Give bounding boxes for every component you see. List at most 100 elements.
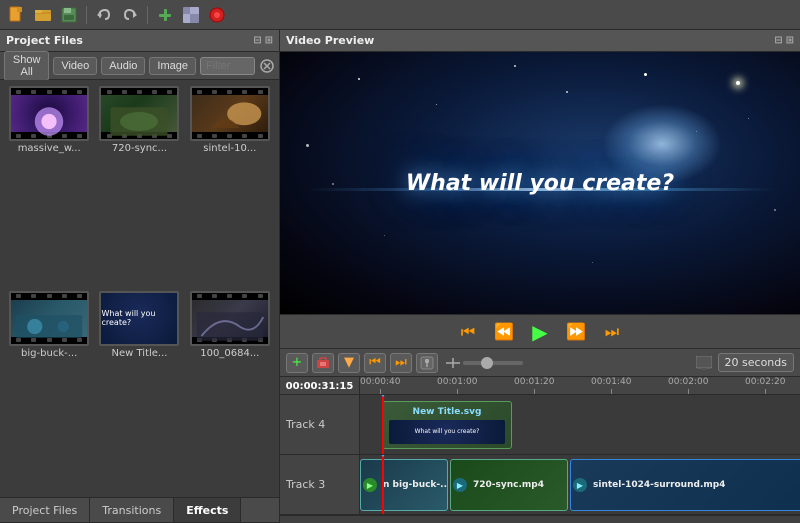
thumb-720sync-label: 720-sync... bbox=[99, 143, 179, 154]
filter-down-button[interactable]: ▼ bbox=[338, 353, 360, 373]
sep1 bbox=[86, 6, 87, 24]
add-icon[interactable] bbox=[154, 4, 176, 26]
project-files-header: Project Files ⊟ ⊞ bbox=[0, 30, 279, 52]
thumb-720sync[interactable]: 720-sync... bbox=[96, 86, 182, 287]
play-button[interactable]: ▶ bbox=[528, 320, 552, 344]
go-end-button[interactable]: ⏭ bbox=[600, 320, 624, 344]
timeline-scrollbar[interactable] bbox=[280, 515, 800, 523]
rewind-button[interactable]: ⏪ bbox=[492, 320, 516, 344]
ruler-mark-1: 00:01:00 bbox=[437, 377, 477, 394]
save-icon[interactable] bbox=[58, 4, 80, 26]
project-files-title: Project Files bbox=[6, 34, 83, 47]
go-start-button[interactable]: ⏮ bbox=[456, 320, 480, 344]
ruler-mark-4: 00:02:00 bbox=[668, 377, 708, 394]
track-3-row: Track 3 ▶ n big-buck-... ▶ bbox=[280, 455, 800, 515]
minimize-icon[interactable]: ⊟ bbox=[253, 35, 261, 46]
header-icons: ⊟ ⊞ bbox=[253, 35, 273, 46]
maximize-icon[interactable]: ⊞ bbox=[265, 35, 273, 46]
seconds-badge: 20 seconds bbox=[718, 353, 794, 372]
sintel-clip-icon: ▶ bbox=[573, 478, 587, 492]
thumb-massive-label: massive_w... bbox=[9, 143, 89, 154]
thumb-100[interactable]: 100_0684... bbox=[187, 291, 273, 492]
track-3-label: Track 3 bbox=[280, 455, 360, 514]
left-panel: Project Files ⊟ ⊞ Show All Video Audio I… bbox=[0, 30, 280, 523]
go-start-tl-button[interactable]: ⏮ bbox=[364, 353, 386, 373]
thumb-massive[interactable]: massive_w... bbox=[6, 86, 92, 287]
zoom-thumb[interactable] bbox=[481, 357, 493, 369]
playhead bbox=[382, 395, 384, 454]
ruler-marks: 00:00:40 00:01:00 00:01:20 00:01:40 bbox=[360, 377, 800, 394]
720sync-clip[interactable]: ▶ 720-sync.mp4 bbox=[450, 459, 568, 511]
sintel-clip[interactable]: ▶ sintel-1024-surround.mp4 bbox=[570, 459, 800, 511]
video-filter-button[interactable]: Video bbox=[53, 57, 97, 75]
720sync-clip-label: 720-sync.mp4 bbox=[469, 478, 548, 492]
thumb-newtitle[interactable]: What will you create? New Title... bbox=[96, 291, 182, 492]
playhead-track3 bbox=[382, 455, 384, 514]
preview-controls: ⏮ ⏪ ▶ ⏩ ⏭ bbox=[280, 314, 800, 348]
thumb-newtitle-label: New Title... bbox=[99, 348, 179, 359]
track-4-label: Track 4 bbox=[280, 395, 360, 454]
remove-track-button[interactable] bbox=[312, 353, 334, 373]
tab-project-files[interactable]: Project Files bbox=[0, 498, 90, 522]
thumbnails-grid: massive_w... 720-sync... bbox=[0, 80, 279, 497]
show-all-button[interactable]: Show All bbox=[4, 51, 49, 81]
ruler-mark-2: 00:01:20 bbox=[514, 377, 554, 394]
thumb-bigbuck[interactable]: big-buck-... bbox=[6, 291, 92, 492]
preview-header-icons: ⊟ ⊞ bbox=[774, 35, 794, 46]
timeline-toolbar: + ▼ ⏮ ⏭ bbox=[280, 349, 800, 377]
add-marker-button[interactable] bbox=[416, 353, 438, 373]
go-end-tl-button[interactable]: ⏭ bbox=[390, 353, 412, 373]
ruler-mark-0: 00:00:40 bbox=[360, 377, 400, 394]
add-track-button[interactable]: + bbox=[286, 353, 308, 373]
track-3-content: ▶ n big-buck-... ▶ 720-sync.mp4 ▶ sintel… bbox=[360, 455, 800, 514]
left-panel-tabs: Project Files Transitions Effects bbox=[0, 497, 279, 523]
undo-icon[interactable] bbox=[93, 4, 115, 26]
export-icon[interactable] bbox=[180, 4, 202, 26]
title-clip-label: New Title.svg bbox=[413, 407, 482, 417]
preview-text: What will you create? bbox=[406, 171, 674, 196]
tab-effects[interactable]: Effects bbox=[174, 498, 241, 522]
timeline-area: + ▼ ⏮ ⏭ bbox=[280, 348, 800, 523]
title-clip[interactable]: New Title.svg What will you create? bbox=[382, 401, 512, 449]
track-4-content: New Title.svg What will you create? bbox=[360, 395, 800, 454]
display-icon bbox=[696, 356, 712, 370]
zoom-slider[interactable] bbox=[446, 358, 523, 368]
bigbuck-clip-label: n big-buck-... bbox=[379, 478, 448, 492]
zoom-track[interactable] bbox=[463, 361, 523, 365]
new-file-icon[interactable] bbox=[6, 4, 28, 26]
timeline-ruler: 00:00:31:15 00:00:40 00:01:00 00:01:20 bbox=[280, 377, 800, 395]
fast-forward-button[interactable]: ⏩ bbox=[564, 320, 588, 344]
record-icon[interactable] bbox=[206, 4, 228, 26]
720sync-clip-icon: ▶ bbox=[453, 478, 467, 492]
audio-filter-button[interactable]: Audio bbox=[101, 57, 145, 75]
preview-minimize-icon[interactable]: ⊟ bbox=[774, 35, 782, 46]
tab-transitions[interactable]: Transitions bbox=[90, 498, 174, 522]
main-toolbar bbox=[0, 0, 800, 30]
open-folder-icon[interactable] bbox=[32, 4, 54, 26]
preview-maximize-icon[interactable]: ⊞ bbox=[786, 35, 794, 46]
time-display: 20 seconds bbox=[696, 353, 794, 372]
sep2 bbox=[147, 6, 148, 24]
title-clip-preview: What will you create? bbox=[389, 420, 504, 444]
image-filter-button[interactable]: Image bbox=[149, 57, 196, 75]
filter-bar: Show All Video Audio Image bbox=[0, 52, 279, 80]
video-preview-header: Video Preview ⊟ ⊞ bbox=[280, 30, 800, 52]
right-panel: Video Preview ⊟ ⊞ bbox=[280, 30, 800, 523]
timeline-tracks-container: 00:00:31:15 00:00:40 00:01:00 00:01:20 bbox=[280, 377, 800, 515]
bigbuck-clip-icon: ▶ bbox=[363, 478, 377, 492]
track-4-row: Track 4 New Title.svg What will you crea… bbox=[280, 395, 800, 455]
bright-star-icon bbox=[728, 73, 748, 93]
thumb-100-label: 100_0684... bbox=[190, 348, 270, 359]
sintel-clip-label: sintel-1024-surround.mp4 bbox=[589, 478, 729, 492]
video-preview-area: What will you create? bbox=[280, 52, 800, 314]
redo-icon[interactable] bbox=[119, 4, 141, 26]
thumb-sintel[interactable]: sintel-10... bbox=[187, 86, 273, 287]
playhead-arrow-track3 bbox=[377, 455, 389, 457]
thumb-bigbuck-label: big-buck-... bbox=[9, 348, 89, 359]
current-time-display: 00:00:31:15 bbox=[280, 377, 360, 395]
filter-input[interactable] bbox=[200, 57, 255, 75]
main-area: Project Files ⊟ ⊞ Show All Video Audio I… bbox=[0, 30, 800, 523]
ruler-mark-3: 00:01:40 bbox=[591, 377, 631, 394]
filter-clear-icon[interactable] bbox=[259, 57, 275, 75]
bigbuck-clip[interactable]: ▶ n big-buck-... bbox=[360, 459, 448, 511]
